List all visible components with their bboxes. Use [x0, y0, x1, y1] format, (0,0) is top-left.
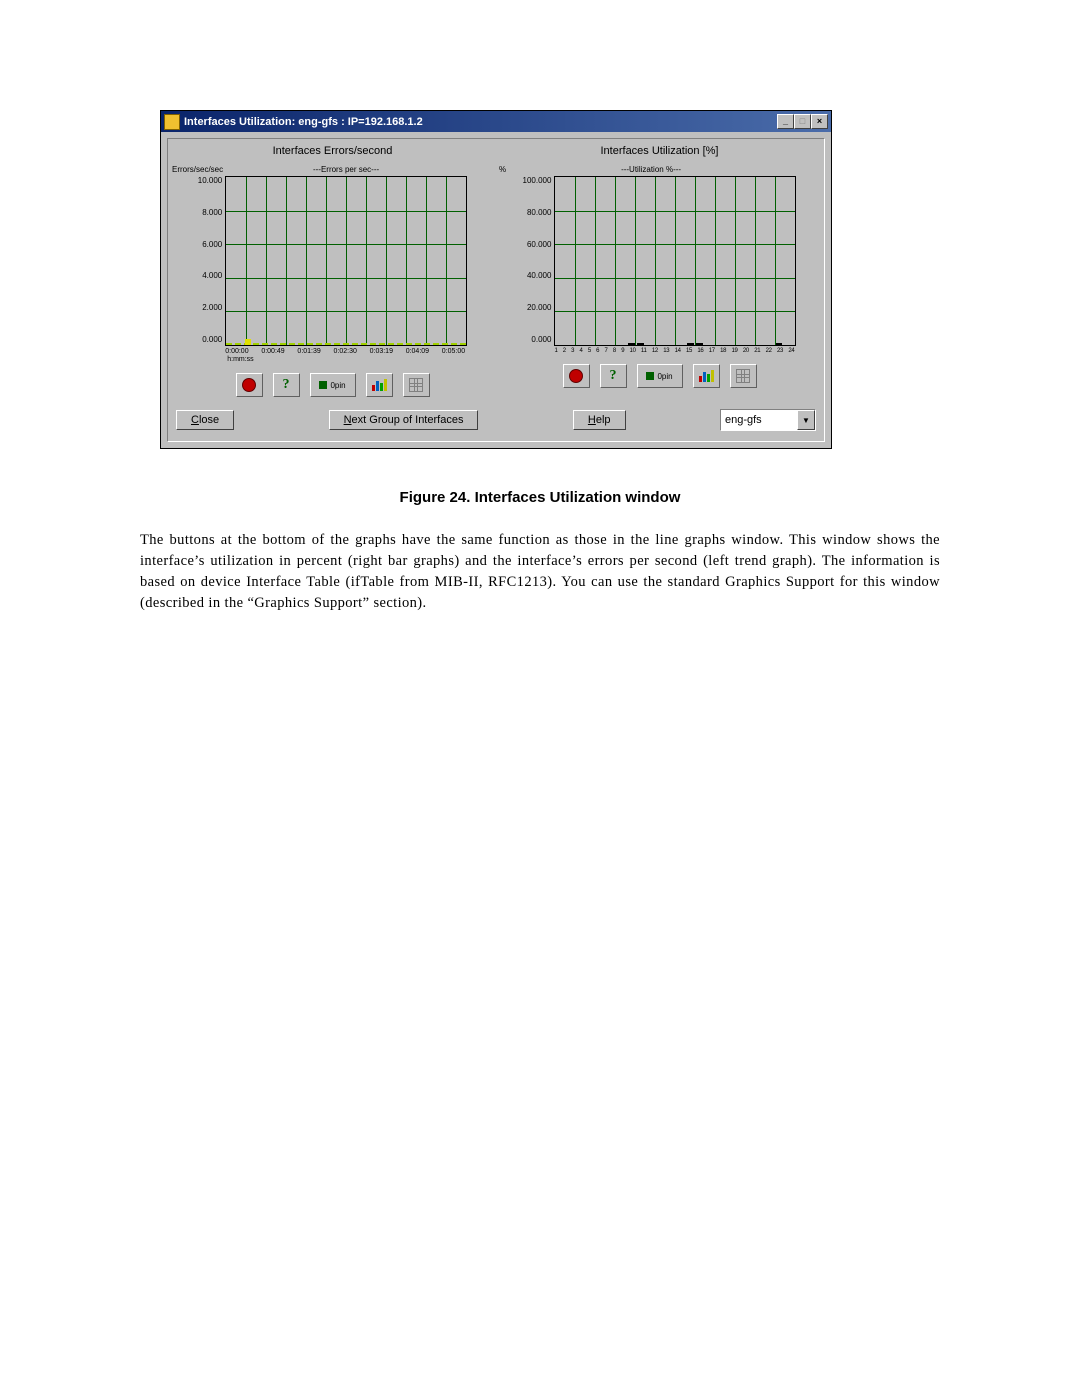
- dialog-button-row: Close Next Group of Interfaces Help eng-…: [174, 405, 818, 431]
- bars-icon: [699, 370, 714, 382]
- bars-icon: [372, 379, 387, 391]
- errors-x-axis: 0:00:000:00:490:01:390:02:300:03:190:04:…: [225, 348, 465, 355]
- utilization-chart-title: Interfaces Utilization [%]: [601, 145, 719, 157]
- errors-series-button[interactable]: [366, 373, 393, 397]
- utilization-sublabel-mid: ---Utilization %---: [621, 165, 681, 174]
- question-icon: ?: [610, 368, 617, 384]
- utilization-help-button[interactable]: ?: [600, 364, 627, 388]
- errors-sublabel-mid: ---Errors per sec---: [313, 165, 379, 174]
- close-button[interactable]: Close: [176, 410, 234, 430]
- utilization-grid-button[interactable]: [730, 364, 757, 388]
- close-window-button[interactable]: ×: [811, 114, 828, 129]
- errors-chart-title: Interfaces Errors/second: [273, 145, 393, 157]
- utilization-x-axis: 123456789101112131415161718192021222324: [554, 348, 794, 354]
- errors-sublabel-left: Errors/sec/sec: [172, 165, 223, 174]
- next-label-rest: ext Group of Interfaces: [352, 414, 464, 426]
- utilization-plot-area: [554, 176, 796, 346]
- app-window: Interfaces Utilization: eng-gfs : IP=192…: [160, 110, 832, 449]
- device-combo[interactable]: eng-gfs ▼: [720, 409, 816, 431]
- errors-grid-button[interactable]: [403, 373, 430, 397]
- app-icon: [164, 114, 180, 130]
- titlebar: Interfaces Utilization: eng-gfs : IP=192…: [161, 111, 831, 132]
- grid-icon: [736, 369, 750, 383]
- minimize-button[interactable]: _: [777, 114, 794, 129]
- utilization-series-button[interactable]: [693, 364, 720, 388]
- help-button[interactable]: Help: [573, 410, 626, 430]
- errors-y-axis: 10.0008.0006.0004.0002.0000.000: [198, 176, 225, 344]
- stop-icon: [569, 369, 583, 383]
- errors-pin-button[interactable]: 0pin: [310, 373, 356, 397]
- errors-help-button[interactable]: ?: [273, 373, 300, 397]
- utilization-y-axis: 100.00080.00060.00040.00020.0000.000: [523, 176, 555, 344]
- check-icon: [319, 381, 327, 389]
- utilization-stop-button[interactable]: [563, 364, 590, 388]
- figure-caption: Figure 24. Interfaces Utilization window: [140, 489, 940, 506]
- errors-x-footer: h:mm:ss: [225, 356, 467, 363]
- utilization-sublabel-left: %: [499, 165, 506, 174]
- stop-icon: [242, 378, 256, 392]
- next-group-button[interactable]: Next Group of Interfaces: [329, 410, 479, 430]
- body-paragraph: The buttons at the bottom of the graphs …: [140, 530, 940, 614]
- errors-toolbar: ? 0pin: [236, 373, 430, 397]
- utilization-chart: Interfaces Utilization [%] % ---Utilizat…: [501, 143, 818, 397]
- errors-plot-area: [225, 176, 467, 346]
- chevron-down-icon[interactable]: ▼: [797, 410, 815, 430]
- grid-icon: [409, 378, 423, 392]
- question-icon: ?: [283, 377, 290, 393]
- utilization-pin-button[interactable]: 0pin: [637, 364, 683, 388]
- close-label-rest: lose: [199, 414, 219, 426]
- help-label-rest: elp: [596, 414, 611, 426]
- errors-stop-button[interactable]: [236, 373, 263, 397]
- utilization-toolbar: ? 0pin: [563, 364, 757, 388]
- window-title: Interfaces Utilization: eng-gfs : IP=192…: [184, 116, 423, 128]
- device-combo-value: eng-gfs: [725, 414, 762, 426]
- check-icon: [646, 372, 654, 380]
- errors-chart: Interfaces Errors/second Errors/sec/sec …: [174, 143, 491, 397]
- maximize-button[interactable]: □: [794, 114, 811, 129]
